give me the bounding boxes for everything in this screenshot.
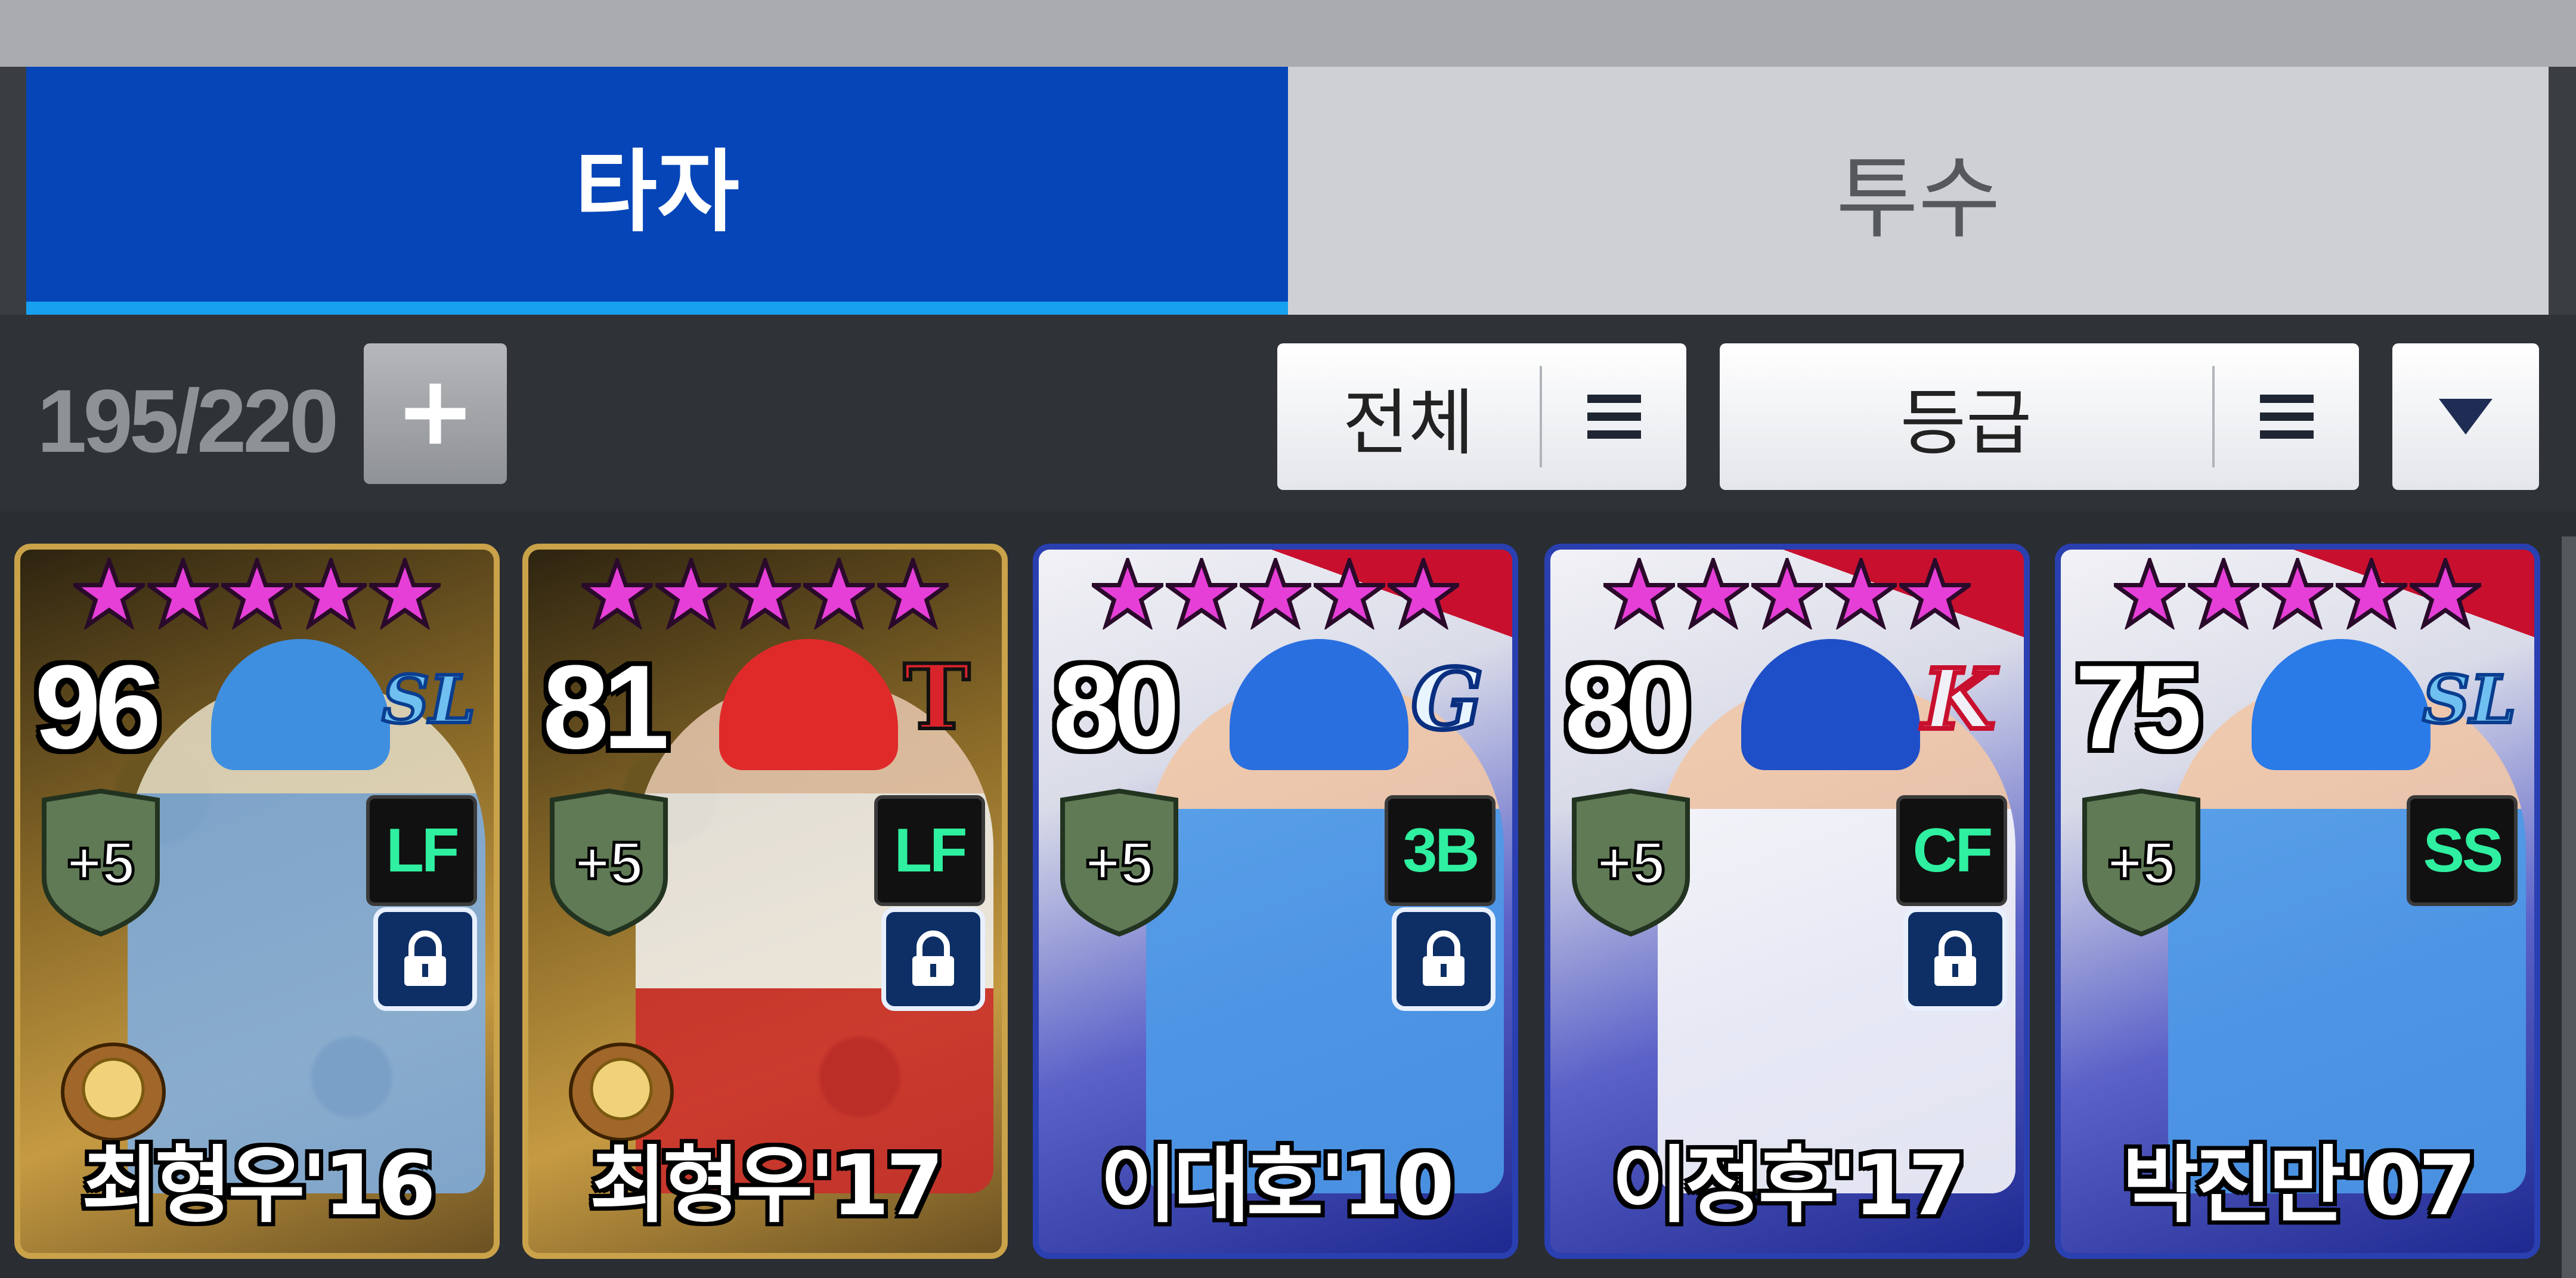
star-icon [295,558,367,629]
overall-rating: 96 [35,641,161,774]
sort-order-button[interactable] [2392,343,2539,490]
player-name: 이정후'17 [1611,1137,1966,1234]
team-logo-icon: G [1409,651,1485,746]
overall-rating: 81 [543,641,669,774]
team-logo-text: G [1411,651,1483,746]
star-icon [2410,558,2481,629]
star-icon [73,558,145,629]
expand-inventory-button[interactable] [364,343,507,484]
player-card[interactable]: 81 T +5 LF 최형우'17 [522,544,1008,1259]
filter-all-button[interactable]: 전체 [1277,343,1686,490]
helmet-image [2252,639,2431,770]
filter-all-label: 전체 [1342,382,1475,465]
player-card[interactable]: 75 SL +5 SS 박진만'07 [2055,544,2540,1259]
star-rating [20,558,494,629]
lock-icon[interactable] [1392,907,1496,1011]
star-icon [1240,558,1311,629]
star-icon [877,558,949,629]
sort-grade-button[interactable]: 등급 [1720,343,2359,490]
team-logo-text: SL [2423,661,2516,738]
plus-icon [405,383,466,444]
team-logo-icon: T [902,651,972,746]
star-icon [803,558,875,629]
star-icon [2262,558,2333,629]
star-rating [1039,558,1512,629]
player-card[interactable]: 80 G +5 3B 이대호'10 [1033,544,1518,1259]
star-icon [1899,558,1971,629]
tab-batter[interactable]: 타자 [26,67,1288,315]
position-badge: CF [1896,795,2007,906]
helmet-image [211,639,390,770]
player-name: 최형우'16 [81,1137,436,1234]
star-icon [2114,558,2185,629]
enhance-shield-icon: +5 [1060,788,1178,937]
player-name: 최형우'17 [589,1137,944,1234]
enhance-shield-icon: +5 [2082,788,2200,937]
star-rating [2061,558,2534,629]
star-icon [147,558,219,629]
star-icon [1092,558,1163,629]
team-logo-icon: SL [2421,659,2518,740]
scrollbar[interactable] [2562,536,2576,1278]
helmet-image [1741,639,1920,770]
star-icon [581,558,653,629]
team-logo-icon: SL [380,659,478,740]
star-icon [1166,558,1237,629]
star-icon [2188,558,2259,629]
position-badge: 3B [1385,795,1496,906]
star-rating [528,558,1002,629]
lock-icon[interactable] [881,907,985,1011]
enhance-level: +5 [575,830,643,897]
enhance-shield-icon: +5 [550,788,668,937]
enhance-level: +5 [1597,830,1665,897]
player-card[interactable]: 96 SL +5 LF 최형우'16 [14,544,500,1259]
star-icon [1603,558,1675,629]
position-badge: LF [874,795,985,906]
enhance-level: +5 [1085,830,1153,897]
triangle-down-icon [2439,399,2493,435]
team-logo-text: SL [382,661,476,738]
star-icon [369,558,441,629]
menu-icon [2215,390,2359,443]
tab-bar: 타자 투수 [26,67,2549,315]
star-icon [1825,558,1897,629]
lock-icon[interactable] [373,907,477,1011]
menu-icon [1542,390,1686,443]
position-badge: SS [2407,795,2518,906]
overall-rating: 80 [1053,641,1179,774]
star-icon [2336,558,2407,629]
overall-rating: 75 [2075,641,2202,774]
star-icon [221,558,293,629]
inventory-count: 195/220 [37,371,339,471]
player-name: 박진만'07 [2122,1137,2476,1234]
enhance-level: +5 [2107,830,2175,897]
team-logo-icon: K [1918,651,2001,746]
enhance-shield-icon: +5 [1572,788,1690,937]
star-icon [1388,558,1459,629]
star-icon [1751,558,1823,629]
team-logo-text: K [1920,651,1998,746]
lock-icon[interactable] [1903,907,2007,1011]
sort-grade-label: 등급 [1900,382,2032,465]
team-logo-text: T [903,651,970,746]
star-icon [1314,558,1385,629]
star-rating [1550,558,2024,629]
player-name: 이대호'10 [1100,1137,1454,1234]
enhance-shield-icon: +5 [42,788,160,937]
enhance-level: +5 [67,830,135,897]
overall-rating: 80 [1565,641,1691,774]
player-card[interactable]: 80 K +5 CF 이정후'17 [1544,544,2030,1259]
top-band [0,0,2576,67]
tab-pitcher[interactable]: 투수 [1288,67,2549,315]
helmet-image [1230,639,1408,770]
star-icon [655,558,727,629]
star-icon [729,558,801,629]
star-icon [1677,558,1749,629]
position-badge: LF [366,795,477,906]
helmet-image [719,639,898,770]
